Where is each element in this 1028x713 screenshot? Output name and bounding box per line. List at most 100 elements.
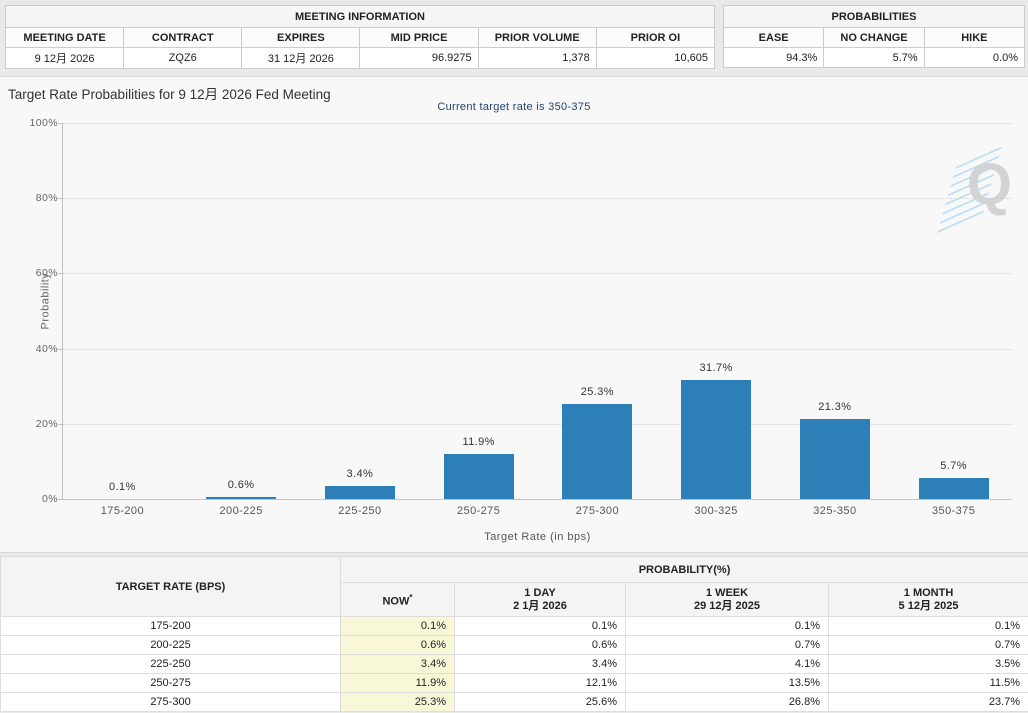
fedwatch-page: MEETING INFORMATION MEETING DATE CONTRACT…: [0, 0, 1028, 713]
probability-bar[interactable]: [324, 486, 395, 499]
gridline-100: [63, 123, 1012, 124]
probability-history-table: TARGET RATE (BPS) PROBABILITY(%) NOW* 1 D…: [0, 556, 1028, 712]
probability-table-row: 200-225 0.6% 0.6% 0.7% 0.7%: [0, 635, 1028, 655]
probability-value-cell: 0.1%: [827, 616, 1028, 636]
history-column-header: 1 DAY 2 1月 2026: [454, 582, 626, 617]
probability-bar[interactable]: [681, 380, 752, 499]
y-axis-tick: [58, 198, 63, 200]
x-axis-tick-label: 275-300: [575, 505, 619, 517]
probabilities-summary-column-header: NO CHANGE: [823, 27, 925, 48]
probability-value-cell: 11.9%: [340, 673, 455, 693]
probability-value-cell: 3.4%: [454, 654, 626, 674]
y-axis-tick-label: 0%: [42, 493, 58, 505]
target-rate-cell: 275-300: [0, 692, 341, 712]
probability-table-row: 250-275 11.9% 12.1% 13.5% 11.5%: [0, 673, 1028, 693]
probability-value-cell: 0.1%: [340, 616, 455, 636]
bar-value-label: 5.7%: [940, 460, 967, 472]
y-axis-tick: [58, 348, 63, 350]
target-rate-cell: 250-275: [0, 673, 341, 693]
gridline-60: [63, 273, 1012, 275]
y-axis-tick: [58, 423, 63, 425]
probability-value-cell: 25.6%: [454, 692, 626, 712]
meeting-info-value: 10,605: [595, 47, 716, 69]
history-column-header: 1 WEEK 29 12月 2025: [625, 582, 829, 617]
probability-value-cell: 3.5%: [827, 654, 1028, 674]
probability-group-header: PROBABILITY(%): [339, 556, 1028, 583]
probability-value-cell: 25.3%: [340, 692, 455, 712]
target-rate-cell: 200-225: [0, 635, 341, 655]
probabilities-summary-value: 94.3%: [722, 47, 825, 68]
probability-table-row: 275-300 25.3% 25.6% 26.8% 23.7%: [0, 692, 1028, 712]
x-axis-tick-label: 250-275: [457, 505, 501, 517]
target-rate-bps-header: TARGET RATE (BPS): [0, 556, 341, 617]
probability-bar[interactable]: [206, 497, 277, 499]
target-rate-cell: 225-250: [0, 654, 341, 674]
bar-value-label: 31.7%: [699, 362, 733, 374]
bar-value-label: 11.9%: [462, 436, 495, 448]
meeting-information-title: MEETING INFORMATION: [5, 5, 715, 28]
probability-bar[interactable]: [918, 478, 989, 499]
bar-value-label: 0.6%: [227, 479, 255, 491]
history-column-header: NOW*: [340, 582, 455, 617]
history-column-header: 1 MONTH 5 12月 2025: [827, 582, 1028, 617]
probability-value-cell: 3.4%: [340, 654, 455, 674]
meeting-info-value: 31 12月 2026: [241, 47, 361, 69]
meeting-information-value-row: 9 12月 2026 ZQZ6 31 12月 2026 96.9275 1,378 10,…: [4, 47, 716, 69]
meeting-info-value: ZQZ6: [123, 47, 243, 69]
y-axis-tick-label: 40%: [35, 342, 58, 355]
gridline-0: [63, 499, 1012, 500]
y-axis-tick-label: 100%: [29, 117, 58, 129]
meeting-info-column-header: CONTRACT: [123, 27, 243, 48]
chart-panel: Target Rate Probabilities for 9 12月 2026…: [0, 76, 1028, 553]
y-axis-tick-label: 20%: [35, 417, 58, 430]
probability-value-cell: 11.5%: [827, 673, 1028, 693]
probabilities-summary-value-row: 94.3% 5.7% 0.0%: [722, 47, 1026, 68]
probability-value-cell: 0.6%: [454, 635, 626, 655]
bar-chart-plot-area: Probability Target Rate (in bps) 0% 20% 40…: [30, 117, 1012, 543]
meeting-info-column-header: PRIOR OI: [595, 27, 716, 48]
probabilities-summary-title: PROBABILITIES: [723, 5, 1025, 28]
y-axis-tick: [58, 273, 63, 275]
chart-menu-button[interactable]: [992, 84, 1012, 100]
y-axis-tick: [58, 123, 63, 124]
probability-bar[interactable]: [443, 454, 514, 499]
probabilities-summary-header-row: EASE NO CHANGE HIKE: [722, 27, 1026, 48]
y-axis-tick-label: 60%: [35, 267, 58, 280]
meeting-info-column-header: EXPIRES: [241, 27, 361, 48]
x-axis-title: Target Rate (in bps): [484, 531, 591, 543]
probability-bar[interactable]: [799, 419, 870, 499]
probability-bar[interactable]: [562, 404, 633, 499]
x-axis-tick-label: 350-375: [932, 505, 976, 517]
probability-table-row: 225-250 3.4% 3.4% 4.1% 3.5%: [0, 654, 1028, 674]
probability-value-cell: 0.1%: [454, 616, 626, 636]
probability-table-group-header-row: TARGET RATE (BPS) PROBABILITY(%): [0, 556, 1028, 617]
gridline-80: [63, 198, 1012, 200]
probabilities-summary-column-header: EASE: [722, 27, 825, 48]
probability-value-cell: 0.7%: [827, 635, 1028, 655]
x-axis-tick-label: 325-350: [813, 505, 857, 517]
top-summary-section: MEETING INFORMATION MEETING DATE CONTRACT…: [0, 5, 1028, 73]
probability-value-cell: 23.7%: [827, 692, 1028, 712]
y-axis-tick-label: 80%: [35, 192, 58, 205]
probabilities-summary-column-header: HIKE: [923, 27, 1026, 48]
meeting-info-column-header: PRIOR VOLUME: [477, 27, 597, 48]
probabilities-summary-table: PROBABILITIES EASE NO CHANGE HIKE 94.3% 5.7…: [722, 5, 1026, 68]
x-axis-tick-label: 175-200: [100, 505, 144, 517]
chart-subtitle: Current target rate is 350-375: [437, 101, 591, 113]
probability-value-cell: 0.6%: [340, 635, 455, 655]
meeting-info-column-header: MID PRICE: [359, 27, 479, 48]
bar-value-label: 3.4%: [346, 468, 374, 480]
meeting-info-value: 96.9275: [359, 47, 479, 69]
probability-value-cell: 4.1%: [625, 654, 829, 674]
bar-value-label: 21.3%: [818, 401, 852, 413]
target-rate-cell: 175-200: [0, 616, 341, 636]
x-axis-tick-label: 200-225: [219, 505, 263, 517]
meeting-information-table: MEETING INFORMATION MEETING DATE CONTRACT…: [4, 5, 716, 69]
probability-value-cell: 13.5%: [625, 673, 829, 693]
gridline-40: [63, 348, 1012, 350]
bar-value-label: 25.3%: [580, 386, 614, 398]
probability-value-cell: 0.7%: [625, 635, 829, 655]
chart-title: Target Rate Probabilities for 9 12月 2026…: [8, 87, 331, 102]
probability-value-cell: 0.1%: [625, 616, 829, 636]
probabilities-summary-value: 0.0%: [923, 47, 1026, 68]
